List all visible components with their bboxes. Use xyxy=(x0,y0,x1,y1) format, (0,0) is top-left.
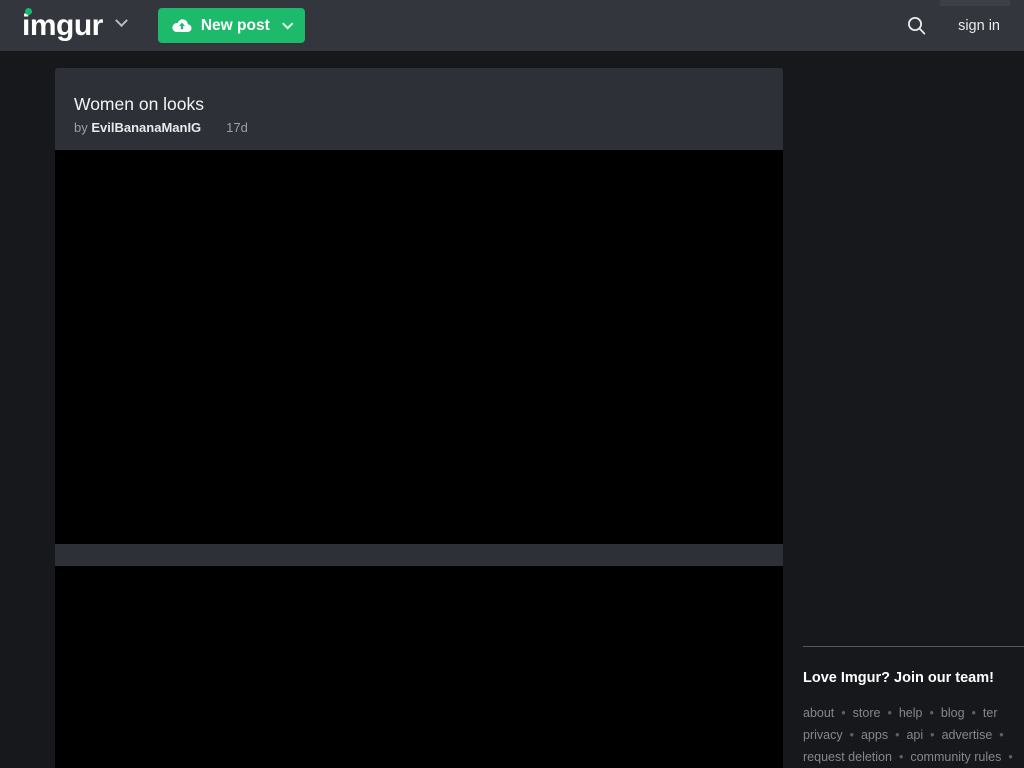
footer-separator-dot: • xyxy=(971,706,976,720)
new-post-label: New post xyxy=(200,16,270,34)
footer-separator-dot: • xyxy=(898,750,904,764)
chevron-down-icon[interactable] xyxy=(281,17,294,30)
imgur-logo-button[interactable]: imgur xyxy=(22,0,128,51)
post-age-label: 17d xyxy=(226,120,248,135)
footer-link[interactable]: apps xyxy=(861,728,888,742)
post-header: Women on looks by EvilBananaManIG 17d xyxy=(55,68,783,150)
post-author-link[interactable]: EvilBananaManIG xyxy=(91,120,201,135)
footer-link-row: request deletion • community rules • xyxy=(803,746,1024,768)
top-navigation-bar: imgur New post sign in xyxy=(0,0,1024,51)
nav-hover-highlight xyxy=(940,0,1010,6)
footer-separator-dot: • xyxy=(887,706,892,720)
search-button[interactable] xyxy=(907,16,926,35)
footer-link[interactable]: help xyxy=(899,706,923,720)
footer-separator-dot: • xyxy=(999,728,1004,742)
nav-right-group: sign in xyxy=(907,16,1000,35)
footer-divider xyxy=(803,646,1024,647)
footer-link[interactable]: about xyxy=(803,706,834,720)
chevron-down-icon[interactable] xyxy=(114,14,128,28)
footer-link[interactable]: ter xyxy=(983,706,998,720)
footer-rail: Love Imgur? Join our team! about • store • h… xyxy=(803,646,1024,768)
footer-link[interactable]: advertise xyxy=(942,728,993,742)
footer-link[interactable]: store xyxy=(853,706,881,720)
footer-link[interactable]: community rules xyxy=(910,750,1001,764)
post-meta: by EvilBananaManIG 17d xyxy=(74,120,783,135)
post-image-primary[interactable] xyxy=(55,150,783,544)
post-container: Women on looks by EvilBananaManIG 17d xyxy=(55,68,783,768)
footer-separator-dot: • xyxy=(841,706,846,720)
imgur-logo-text: imgur xyxy=(22,7,103,42)
sign-in-link[interactable]: sign in xyxy=(958,18,1000,34)
footer-link[interactable]: request deletion xyxy=(803,750,892,764)
footer-link-row: privacy • apps • api • advertise • xyxy=(803,724,1024,746)
footer-link[interactable]: blog xyxy=(941,706,965,720)
footer-separator-dot: • xyxy=(1008,750,1013,764)
cloud-upload-icon xyxy=(172,18,192,32)
footer-link[interactable]: api xyxy=(906,728,923,742)
search-icon xyxy=(908,17,926,35)
post-byline: by EvilBananaManIG xyxy=(74,120,201,135)
logo-dot-icon xyxy=(25,7,32,15)
post-image-secondary[interactable] xyxy=(55,566,783,768)
footer-link-row: about • store • help • blog • ter xyxy=(803,702,1024,724)
new-post-button[interactable]: New post xyxy=(157,8,305,43)
post-media-separator xyxy=(55,544,783,566)
logo-wordmark: imgur xyxy=(22,8,103,42)
footer-link-rows: about • store • help • blog • ter privacy • apps • ap… xyxy=(803,702,1024,768)
footer-heading: Love Imgur? Join our team! xyxy=(803,670,994,686)
footer-link[interactable]: privacy xyxy=(803,728,843,742)
footer-separator-dot: • xyxy=(929,706,934,720)
footer-separator-dot: • xyxy=(849,728,854,742)
footer-separator-dot: • xyxy=(895,728,900,742)
by-prefix-label: by xyxy=(74,120,88,135)
post-title: Women on looks xyxy=(74,94,205,114)
footer-separator-dot: • xyxy=(930,728,935,742)
